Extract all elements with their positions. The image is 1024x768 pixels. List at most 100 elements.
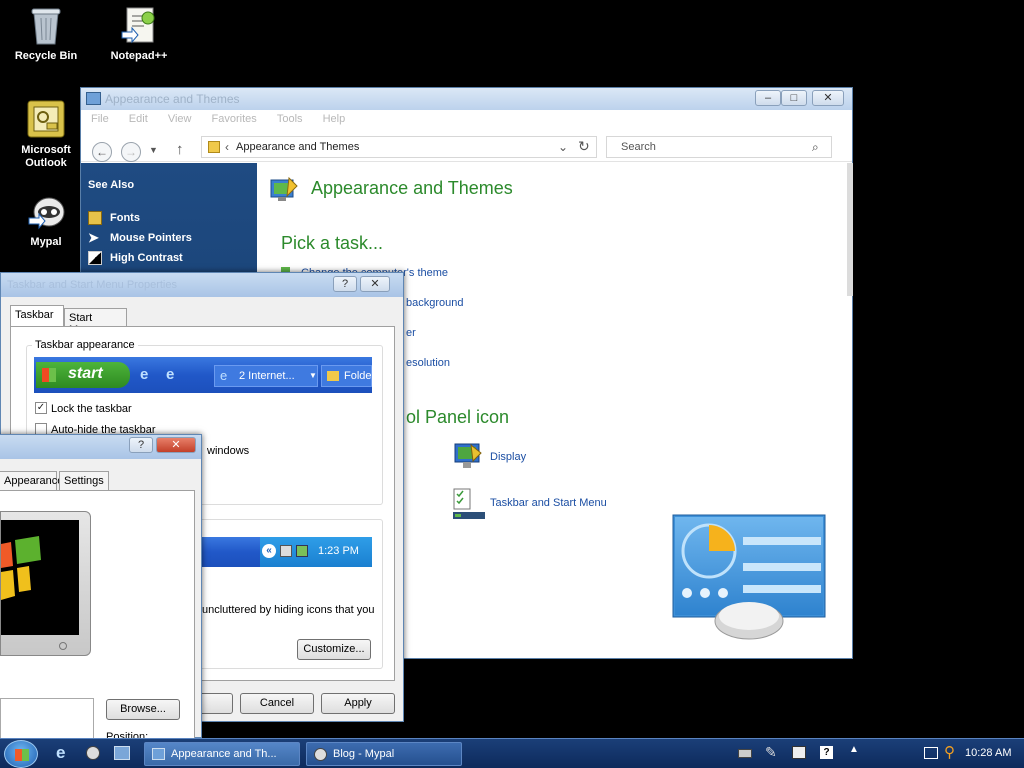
help-button[interactable]: ? [333, 276, 357, 292]
windows-logo-icon [42, 368, 56, 382]
keyboard-icon[interactable] [738, 749, 752, 758]
monitor-screen [1, 520, 79, 635]
tab-start-menu[interactable]: Start Menu [64, 308, 127, 336]
display-properties-dialog: ? ✕ Appearance Settings Browse... Positi… [0, 434, 202, 743]
help-button[interactable]: ? [129, 437, 153, 453]
maximize-button[interactable]: □ [781, 90, 807, 106]
sidebar-item-fonts[interactable]: Fonts [88, 210, 140, 226]
task-link-resolution[interactable]: esolution [406, 357, 450, 369]
chevron-up-icon[interactable]: ▲ [849, 744, 859, 755]
ie-icon: e [140, 366, 149, 383]
taskbar-clock[interactable]: 10:28 AM [965, 747, 1011, 759]
address-text: Appearance and Themes [236, 141, 360, 153]
menu-edit[interactable]: Edit [119, 110, 155, 125]
back-button[interactable]: ← [92, 142, 112, 162]
task-link-screen-saver[interactable]: er [406, 327, 416, 339]
icon-link-display[interactable]: Display [490, 451, 526, 463]
close-button[interactable]: ✕ [812, 90, 844, 106]
search-icon[interactable]: ⚲ [944, 743, 955, 761]
preview-button-label: Folde [344, 370, 372, 382]
fonts-folder-icon [88, 211, 102, 225]
chevron-down-icon[interactable]: ⌄ [558, 140, 568, 154]
search-placeholder: Search [621, 141, 656, 153]
forward-button[interactable]: → [121, 142, 141, 162]
tab-label: Settings [64, 475, 104, 487]
taskbar-start-menu-icon[interactable] [453, 488, 485, 520]
show-desktop-icon[interactable] [114, 746, 130, 760]
cancel-button[interactable]: Cancel [240, 693, 314, 714]
taskbar: e Appearance and Th... Blog - Mypal ✎ ? … [0, 738, 1024, 768]
lock-taskbar-checkbox[interactable]: ✓ [35, 402, 47, 414]
up-arrow-icon[interactable]: ↑ [176, 141, 184, 158]
tab-taskbar[interactable]: Taskbar [10, 305, 64, 327]
high-contrast-icon [88, 251, 102, 265]
address-bar[interactable]: ‹ Appearance and Themes ⌄ ↻ [201, 136, 597, 158]
chevron-down-icon[interactable]: ▼ [149, 145, 158, 155]
network-icon[interactable] [924, 747, 938, 759]
chevron-left-icon: « [262, 544, 276, 558]
task-link-background[interactable]: background [406, 297, 464, 309]
menu-view[interactable]: View [158, 110, 199, 125]
display-icon[interactable] [453, 441, 483, 471]
pick-icon-heading: ol Panel icon [406, 407, 510, 427]
preview-taskbar-button: Folde [321, 365, 372, 387]
desktop-icon-recycle-bin[interactable]: Recycle Bin [6, 4, 86, 63]
button-label: Browse... [120, 703, 166, 715]
sidebar-item-label: Fonts [110, 212, 140, 224]
control-panel-icon [152, 748, 165, 760]
taskbar-button-label: Appearance and Th... [171, 748, 277, 760]
sidebar-item-label: Mouse Pointers [110, 232, 192, 244]
desktop-icon-label: Notepad++ [110, 50, 168, 62]
checkbox-label-partial: windows [207, 445, 250, 457]
search-icon[interactable]: ⌕ [812, 140, 819, 155]
taskbar-button-appearance-themes[interactable]: Appearance and Th... [144, 742, 300, 766]
preview-taskbar-button: e 2 Internet... ▼ [214, 365, 318, 387]
taskbar-preview: start e e e 2 Internet... ▼ Folde [34, 357, 372, 393]
network-icon [280, 545, 292, 557]
browse-button[interactable]: Browse... [106, 699, 180, 720]
menu-file[interactable]: File [81, 110, 116, 125]
icon-link-taskbar-start-menu[interactable]: Taskbar and Start Menu [490, 497, 607, 509]
mypal-quicklaunch-icon[interactable] [86, 746, 100, 760]
tray-settings-icon[interactable] [792, 746, 806, 759]
desktop-icon-outlook[interactable]: Microsoft Outlook [6, 98, 86, 174]
close-button[interactable]: ✕ [360, 276, 390, 292]
close-button[interactable]: ✕ [156, 437, 196, 453]
apply-button[interactable]: Apply [321, 693, 395, 714]
help-icon[interactable]: ? [820, 746, 833, 759]
window-scrollbar[interactable] [847, 163, 853, 296]
ie-icon[interactable]: e [56, 743, 65, 763]
tray-time: 1:23 PM [318, 545, 359, 557]
search-input[interactable]: Search ⌕ [606, 136, 832, 158]
menu-tools[interactable]: Tools [267, 110, 310, 125]
tab-settings[interactable]: Settings [59, 471, 109, 490]
customize-button[interactable]: Customize... [297, 639, 371, 660]
dialog-title: Taskbar and Start Menu Properties [7, 279, 177, 291]
mypal-browser-icon [25, 190, 67, 232]
monitor-power-icon [59, 642, 67, 650]
sidebar-item-mouse-pointers[interactable]: ➤ Mouse Pointers [88, 230, 192, 246]
sidebar-item-label: High Contrast [110, 252, 183, 264]
menu-help[interactable]: Help [313, 110, 353, 125]
desktop-icon-notepad-plus-plus[interactable]: Notepad++ [99, 4, 179, 63]
tab-appearance[interactable]: Appearance [0, 471, 63, 490]
button-label: Apply [344, 697, 372, 709]
dialog-titlebar[interactable]: ? ✕ [0, 435, 201, 459]
minimize-button[interactable]: – [755, 90, 781, 106]
folder-icon [327, 371, 339, 381]
wallpaper-list[interactable] [0, 698, 94, 740]
tab-label: Taskbar [15, 309, 54, 321]
tray-area: « 1:23 PM [260, 537, 372, 567]
desktop-icon-mypal[interactable]: Mypal [6, 190, 86, 249]
pen-icon[interactable]: ✎ [765, 744, 777, 761]
dialog-titlebar[interactable]: Taskbar and Start Menu Properties ? ✕ [1, 273, 403, 297]
refresh-icon[interactable]: ↻ [578, 138, 590, 155]
button-label: Customize... [303, 643, 365, 655]
group-label: Taskbar appearance [32, 339, 138, 351]
mouse-pointer-icon: ➤ [88, 230, 99, 245]
sidebar-item-high-contrast[interactable]: High Contrast [88, 250, 183, 266]
start-button[interactable] [4, 740, 38, 768]
menu-favorites[interactable]: Favorites [202, 110, 264, 125]
taskbar-button-blog-mypal[interactable]: Blog - Mypal [306, 742, 462, 766]
window-titlebar[interactable]: Appearance and Themes – □ ✕ [81, 88, 852, 110]
